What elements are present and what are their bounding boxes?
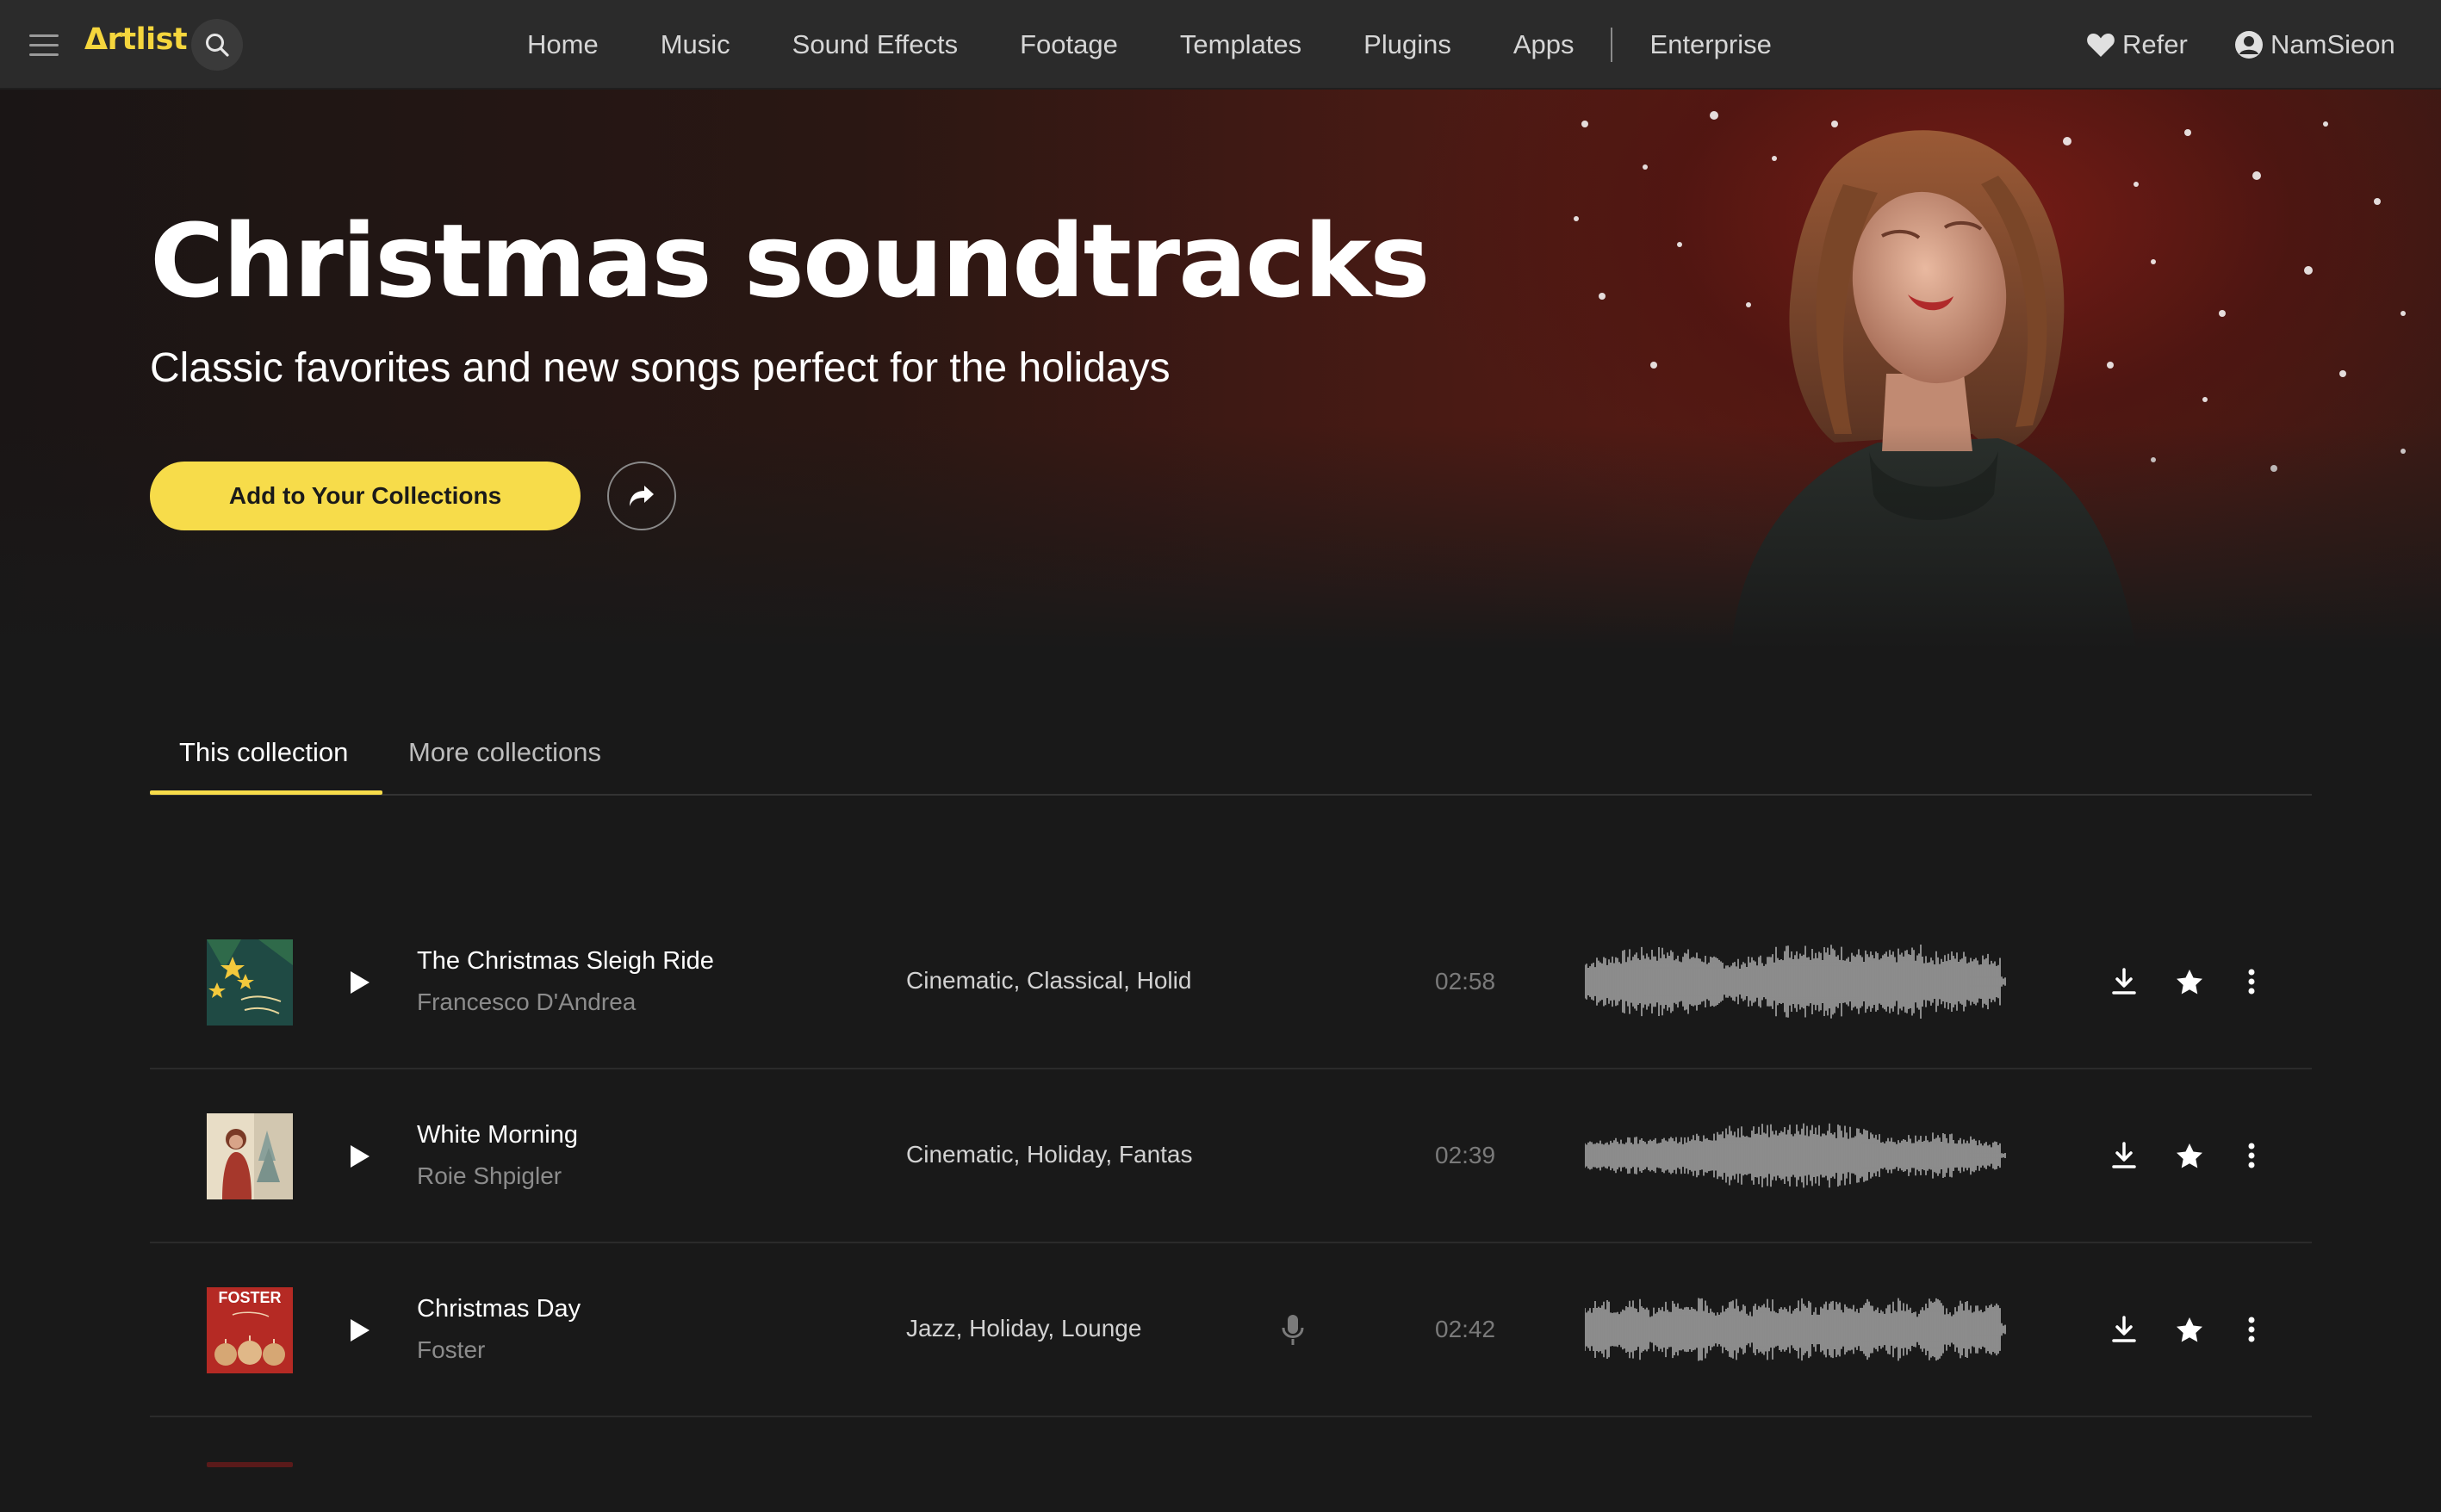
track-duration: 02:42 <box>1435 1316 1496 1342</box>
more-options-button[interactable] <box>2234 1138 2269 1173</box>
track-duration: 02:39 <box>1435 1142 1496 1168</box>
album-cover[interactable]: FOSTER <box>207 1287 293 1373</box>
share-button[interactable] <box>607 462 676 530</box>
nav-footage[interactable]: Footage <box>1020 29 1118 60</box>
more-options-button[interactable] <box>2234 964 2269 999</box>
nav-plugins[interactable]: Plugins <box>1363 29 1451 60</box>
next-track-cover-peek <box>207 1462 293 1467</box>
album-cover[interactable] <box>207 1113 293 1199</box>
download-button[interactable] <box>2107 1312 2141 1347</box>
waveform[interactable] <box>1585 939 2007 1025</box>
star-icon <box>2177 970 2202 995</box>
track-tags[interactable]: Cinematic, Classical, Holid <box>906 967 1233 995</box>
track-title[interactable]: The Christmas Sleigh Ride <box>417 947 714 976</box>
tab-this-collection[interactable]: This collection <box>179 737 348 768</box>
track-list: The Christmas Sleigh Ride Francesco D'An… <box>150 895 2312 1417</box>
collection-tabs: This collection More collections <box>150 722 2312 796</box>
favorite-button[interactable] <box>2172 964 2207 999</box>
search-icon <box>206 34 229 57</box>
user-menu[interactable]: NamSieon <box>2234 29 2395 60</box>
download-button[interactable] <box>2107 1138 2141 1173</box>
collection-subtitle: Classic favorites and new songs perfect … <box>150 345 1171 391</box>
nav-music[interactable]: Music <box>661 29 730 60</box>
track-tags[interactable]: Cinematic, Holiday, Fantas <box>906 1141 1233 1168</box>
track-duration: 02:58 <box>1435 968 1496 995</box>
track-row: White Morning Roie Shpigler Cinematic, H… <box>150 1069 2312 1243</box>
download-button[interactable] <box>2107 964 2141 999</box>
nav-apps[interactable]: Apps <box>1513 29 1575 60</box>
refer-label: Refer <box>2122 29 2188 59</box>
microphone-icon <box>1282 1315 1304 1345</box>
waveform-bars <box>1585 944 2006 1019</box>
play-icon[interactable] <box>341 1139 376 1174</box>
nav-home[interactable]: Home <box>527 29 599 60</box>
more-vertical-icon <box>2248 969 2255 995</box>
track-artist[interactable]: Francesco D'Andrea <box>417 988 636 1016</box>
track-title[interactable]: Christmas Day <box>417 1295 581 1323</box>
track-row: FOSTER Christmas Day Foster Jazz, Holida… <box>150 1243 2312 1417</box>
more-vertical-icon <box>2248 1143 2255 1168</box>
download-icon <box>2112 968 2136 995</box>
nav-divider <box>1610 28 1612 62</box>
favorite-button[interactable] <box>2172 1312 2207 1347</box>
nav-templates[interactable]: Templates <box>1180 29 1301 60</box>
main-nav: Home Music Sound Effects Footage Templat… <box>527 0 1834 90</box>
play-icon[interactable] <box>341 965 376 1000</box>
hero-image <box>1574 111 2406 649</box>
share-arrow-icon <box>630 486 654 506</box>
nav-sound-effects[interactable]: Sound Effects <box>792 29 958 60</box>
favorite-button[interactable] <box>2172 1138 2207 1173</box>
star-icon <box>2177 1317 2202 1342</box>
track-artist[interactable]: Roie Shpigler <box>417 1162 562 1190</box>
search-button[interactable] <box>191 19 243 71</box>
track-tags[interactable]: Jazz, Holiday, Lounge <box>906 1315 1233 1342</box>
user-name: NamSieon <box>2270 29 2395 59</box>
collection-title: Christmas soundtracks <box>150 201 1430 320</box>
more-options-button[interactable] <box>2234 1312 2269 1347</box>
artlist-logo[interactable]: Δrtlist <box>84 22 188 57</box>
download-icon <box>2112 1316 2136 1342</box>
waveform[interactable] <box>1585 1112 2007 1199</box>
nav-enterprise[interactable]: Enterprise <box>1650 29 1772 60</box>
refer-link[interactable]: Refer <box>2086 29 2188 60</box>
track-title[interactable]: White Morning <box>417 1121 578 1149</box>
star-icon <box>2177 1143 2202 1168</box>
top-nav-bar: Δrtlist Home Music Sound Effects Footage… <box>0 0 2441 90</box>
active-tab-indicator <box>150 790 382 795</box>
album-cover[interactable] <box>207 939 293 1026</box>
heart-icon <box>2087 34 2115 57</box>
waveform-bars <box>1585 1123 2006 1188</box>
play-icon[interactable] <box>341 1313 376 1348</box>
cover-text: FOSTER <box>218 1289 281 1306</box>
more-vertical-icon <box>2248 1317 2255 1342</box>
waveform[interactable] <box>1585 1286 2007 1373</box>
download-icon <box>2112 1142 2136 1168</box>
track-artist[interactable]: Foster <box>417 1336 485 1364</box>
add-to-collections-button[interactable]: Add to Your Collections <box>150 462 581 530</box>
menu-icon[interactable] <box>29 34 59 57</box>
tab-more-collections[interactable]: More collections <box>408 737 601 768</box>
collection-hero: Christmas soundtracks Classic favorites … <box>0 90 2441 649</box>
waveform-bars <box>1585 1298 2006 1361</box>
track-row: The Christmas Sleigh Ride Francesco D'An… <box>150 895 2312 1069</box>
user-avatar-icon <box>2235 31 2263 59</box>
